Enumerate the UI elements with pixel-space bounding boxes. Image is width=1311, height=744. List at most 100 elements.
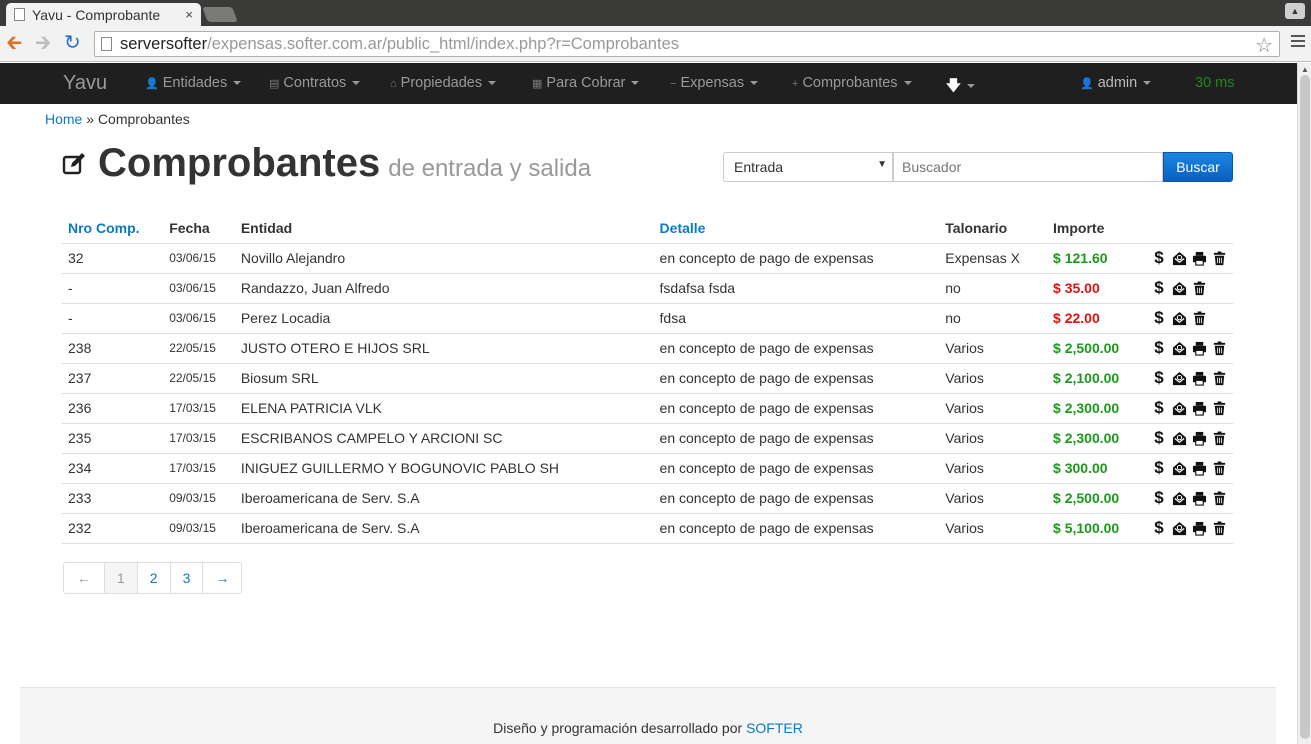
dollar-icon[interactable]: $ (1151, 338, 1167, 357)
header-nro-comp[interactable]: Nro Comp. (62, 213, 164, 244)
breadcrumb-separator: » (86, 111, 95, 127)
cell-actions: $ (1145, 423, 1233, 454)
browser-tab[interactable]: Yavu - Comprobante × (6, 3, 201, 26)
cell-importe: $ 2,500.00 (1047, 483, 1145, 514)
trash-icon[interactable] (1211, 490, 1227, 506)
scrollbar[interactable]: ▲ (1297, 63, 1311, 744)
reload-icon[interactable]: ↻ (64, 32, 81, 54)
nav-contratos[interactable]: ▤ Contratos (269, 75, 361, 91)
trash-icon[interactable] (1211, 520, 1227, 536)
table-header-row: Nro Comp. Fecha Entidad Detalle Talonari… (62, 213, 1233, 244)
download-arrow-icon: 🡇 (946, 78, 961, 94)
cell-detalle: en concepto de pago de expensas (653, 453, 940, 484)
trash-icon[interactable] (1211, 430, 1227, 446)
cell-nro: 238 (62, 333, 164, 364)
footer-softer-link[interactable]: SOFTER (746, 720, 803, 736)
cell-nro: 235 (62, 423, 164, 454)
trash-icon[interactable] (1211, 340, 1227, 356)
trash-icon[interactable] (1211, 370, 1227, 386)
cell-fecha: 17/03/15 (163, 423, 235, 454)
pagination-next[interactable]: → (203, 563, 241, 593)
back-arrow-icon[interactable]: 🡰 (6, 32, 22, 54)
brand-logo[interactable]: Yavu (63, 72, 107, 95)
print-icon[interactable] (1191, 340, 1207, 356)
email-icon[interactable] (1171, 400, 1187, 416)
cell-talonario: no (939, 273, 1048, 304)
email-icon[interactable] (1171, 280, 1187, 296)
browser-menu-icon[interactable] (1291, 35, 1305, 50)
bookmark-star-icon[interactable]: ☆ (1255, 33, 1273, 58)
breadcrumb-home-link[interactable]: Home (45, 111, 82, 127)
pagination-page-2[interactable]: 2 (138, 563, 171, 593)
pagination-page-3[interactable]: 3 (171, 563, 204, 593)
print-icon[interactable] (1191, 460, 1207, 476)
nav-user-menu[interactable]: 👤 admin (1080, 75, 1152, 91)
dollar-icon[interactable]: $ (1151, 368, 1167, 387)
type-select[interactable]: Entrada ▼ (723, 152, 893, 182)
pagination: ← 1 2 3 → (63, 562, 243, 594)
dollar-icon[interactable]: $ (1151, 248, 1167, 267)
window-control-icon[interactable]: ▲ (1285, 3, 1305, 19)
print-icon[interactable] (1191, 370, 1207, 386)
cell-entidad: Novillo Alejandro (234, 243, 654, 274)
scrollbar-thumb[interactable] (1300, 75, 1310, 739)
table-row: -03/06/15 Perez Locadia fdsa no $ 22.00 $ (62, 303, 1233, 334)
cell-nro: 32 (62, 243, 164, 274)
email-icon[interactable] (1171, 520, 1187, 536)
nav-para-cobrar[interactable]: ▦ Para Cobrar (532, 75, 640, 91)
trash-icon[interactable] (1191, 310, 1207, 326)
dollar-icon[interactable]: $ (1151, 428, 1167, 447)
pagination-prev[interactable]: ← (64, 563, 105, 593)
dollar-icon[interactable]: $ (1151, 458, 1167, 477)
header-detalle[interactable]: Detalle (653, 213, 940, 244)
email-icon[interactable] (1171, 460, 1187, 476)
print-icon[interactable] (1191, 400, 1207, 416)
email-icon[interactable] (1171, 340, 1187, 356)
dollar-icon[interactable]: $ (1151, 518, 1167, 537)
cell-importe: $ 22.00 (1047, 303, 1145, 334)
nav-expensas[interactable]: − Expensas (670, 75, 759, 91)
cell-talonario: Varios (939, 453, 1048, 484)
url-text[interactable]: serversofter/expensas.softer.com.ar/publ… (120, 35, 679, 54)
pagination-page-1[interactable]: 1 (105, 563, 138, 593)
caret-down-icon (966, 84, 975, 89)
dollar-icon[interactable]: $ (1151, 278, 1167, 297)
print-icon[interactable] (1191, 430, 1207, 446)
new-tab-button[interactable] (202, 7, 238, 22)
search-button[interactable]: Buscar (1163, 152, 1233, 182)
nav-comprobantes[interactable]: + Comprobantes (792, 75, 912, 91)
cell-entidad: ESCRIBANOS CAMPELO Y ARCIONI SC (234, 423, 654, 454)
render-timing: 30 ms (1195, 75, 1235, 91)
trash-icon[interactable] (1211, 250, 1227, 266)
page-icon (101, 37, 112, 51)
email-icon[interactable] (1171, 370, 1187, 386)
trash-icon[interactable] (1211, 460, 1227, 476)
trash-icon[interactable] (1211, 400, 1227, 416)
cell-importe: $ 2,300.00 (1047, 393, 1145, 424)
scroll-up-icon[interactable]: ▲ (1301, 65, 1309, 74)
nav-entidades[interactable]: 👤 Entidades (145, 75, 242, 91)
address-bar[interactable]: serversofter/expensas.softer.com.ar/publ… (94, 31, 1280, 57)
cell-actions: $ (1145, 303, 1233, 334)
nav-propiedades[interactable]: ⌂ Propiedades (390, 75, 497, 91)
tab-close-icon[interactable]: × (185, 7, 193, 22)
table-row: 233 09/03/15 Iberoamericana de Serv. S.A en… (62, 483, 1233, 514)
dollar-icon[interactable]: $ (1151, 308, 1167, 327)
print-icon[interactable] (1191, 520, 1207, 536)
email-icon[interactable] (1171, 310, 1187, 326)
cell-importe: $ 5,100.00 (1047, 513, 1145, 544)
dollar-icon[interactable]: $ (1151, 488, 1167, 507)
nav-download[interactable]: 🡇 (946, 75, 975, 100)
print-icon[interactable] (1191, 250, 1207, 266)
page-favicon-icon (14, 8, 25, 21)
dollar-icon[interactable]: $ (1151, 398, 1167, 417)
email-icon[interactable] (1171, 250, 1187, 266)
trash-icon[interactable] (1191, 280, 1207, 296)
email-icon[interactable] (1171, 490, 1187, 506)
search-input[interactable] (893, 152, 1163, 182)
cell-importe: $ 121.60 (1047, 243, 1145, 274)
print-icon[interactable] (1191, 490, 1207, 506)
cell-nro: 234 (62, 453, 164, 484)
forward-arrow-icon[interactable]: 🡲 (35, 32, 51, 54)
email-icon[interactable] (1171, 430, 1187, 446)
